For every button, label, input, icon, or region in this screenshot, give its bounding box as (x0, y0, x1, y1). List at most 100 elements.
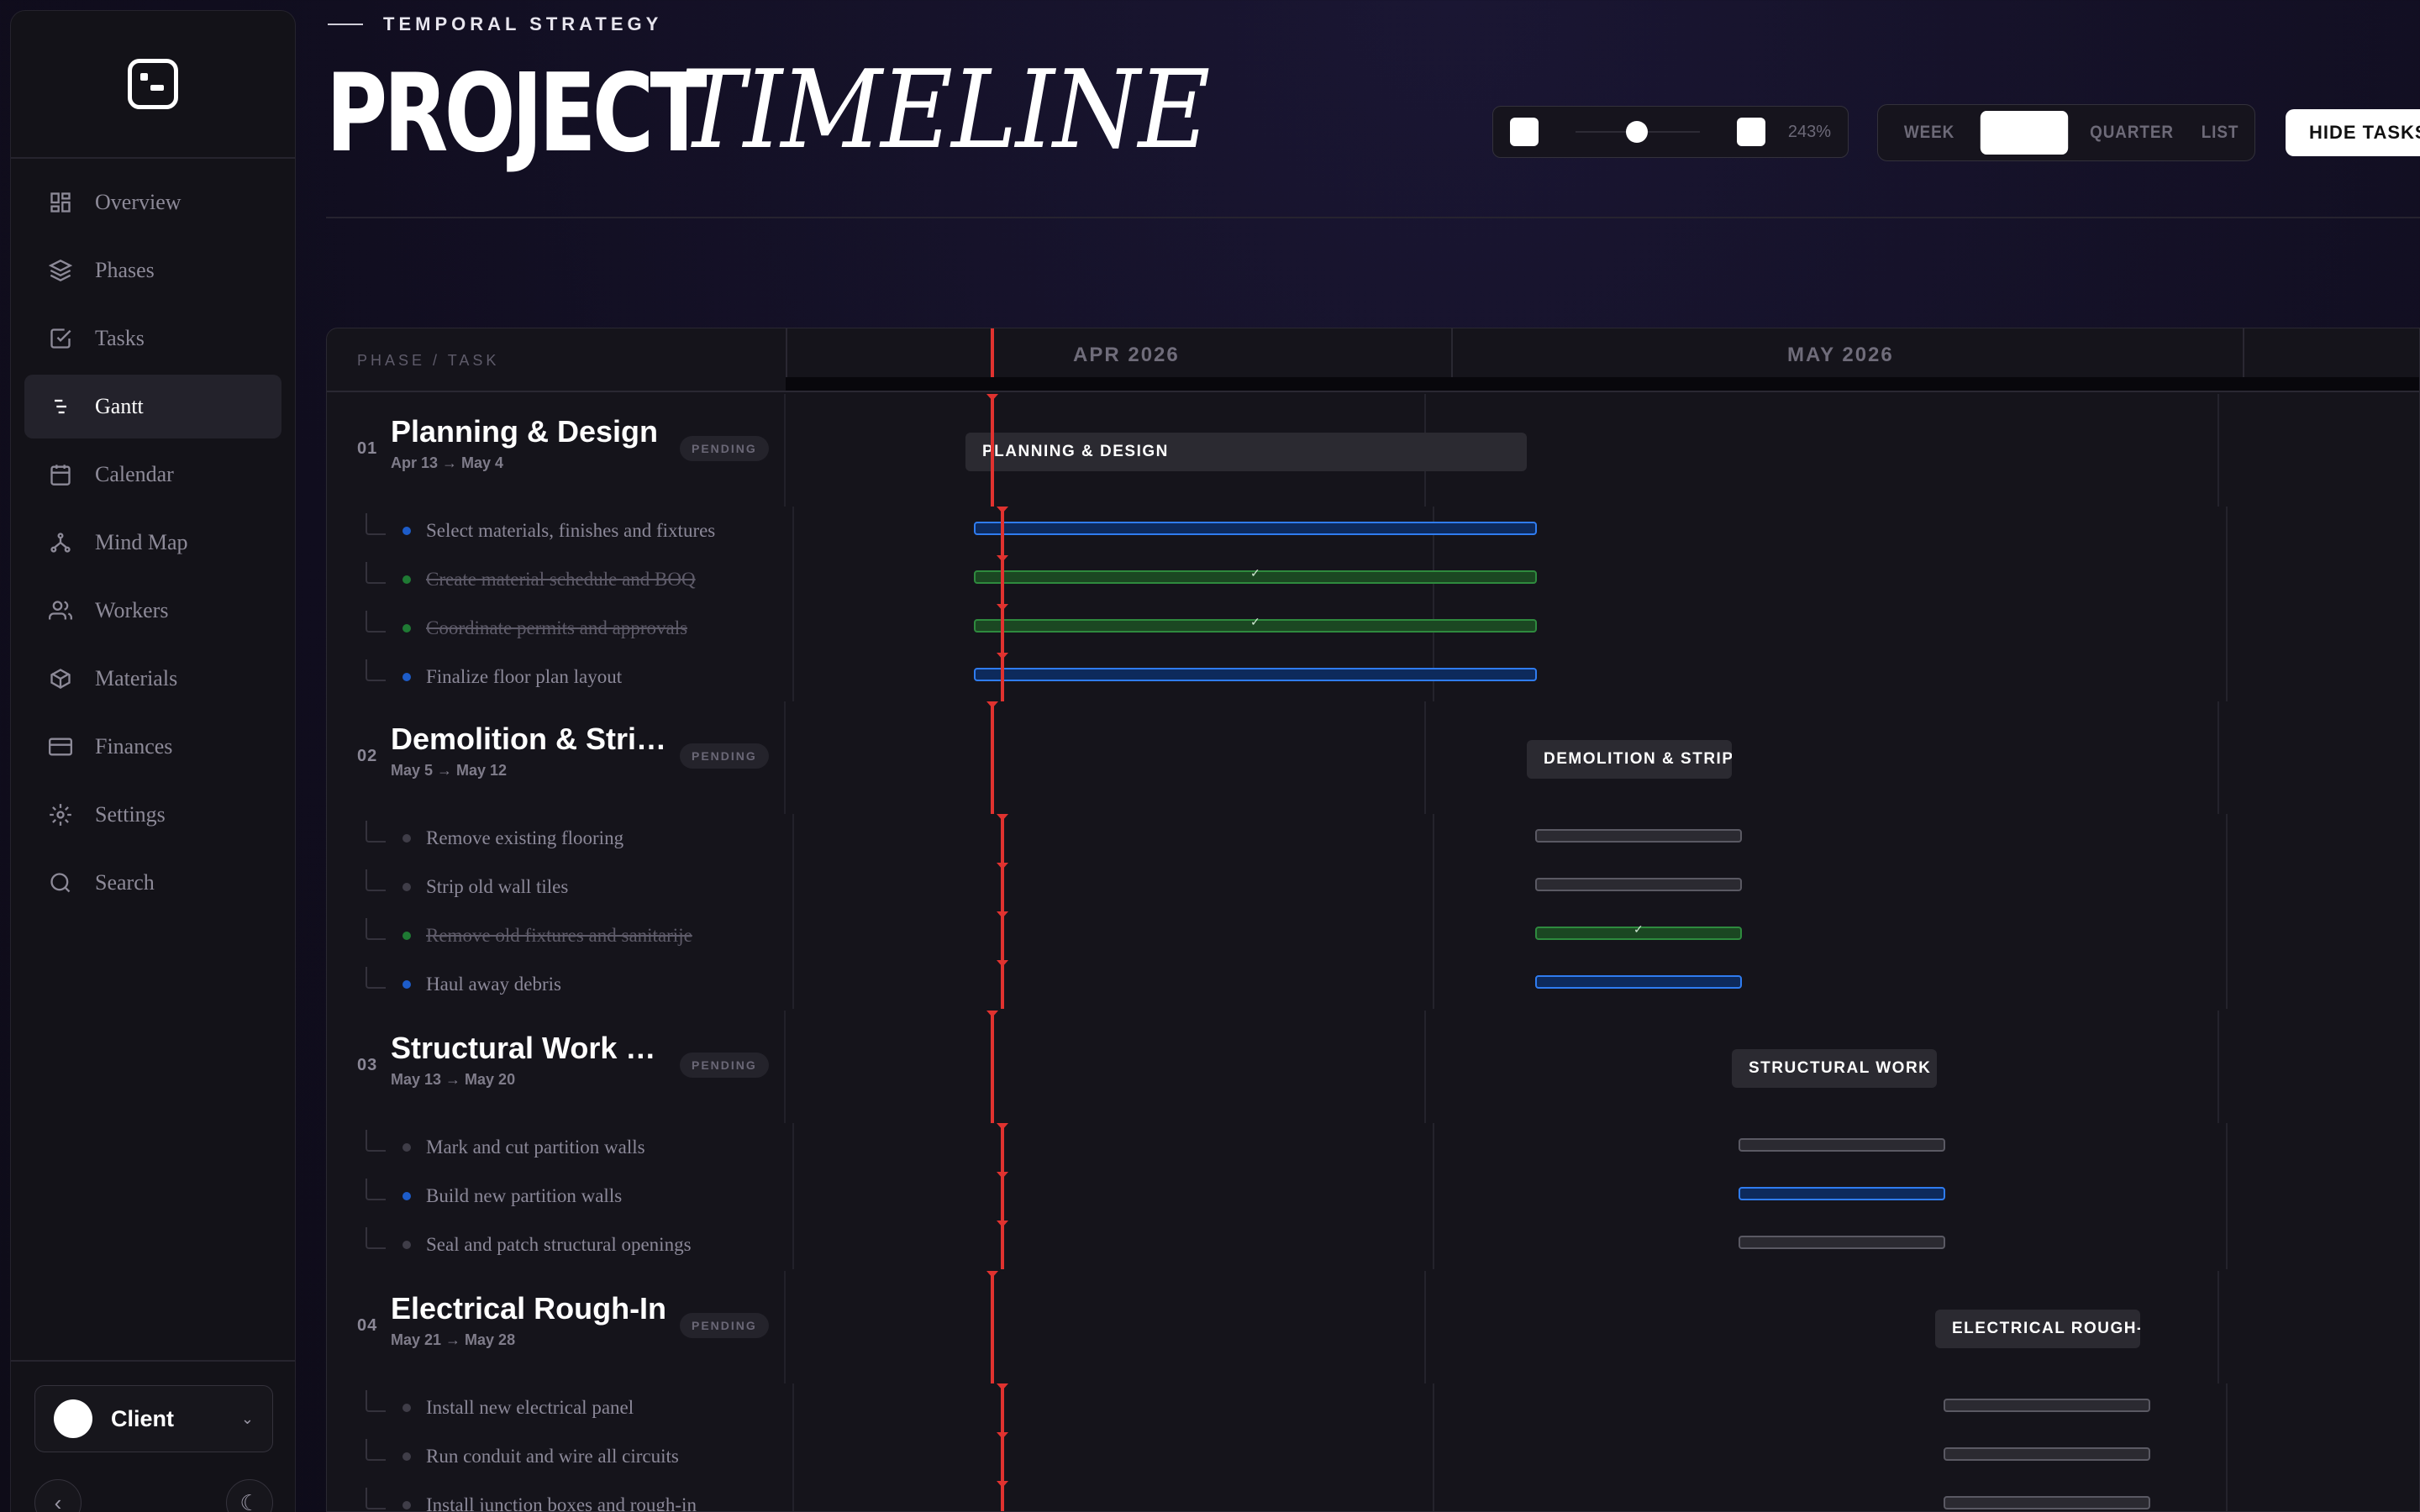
sidebar-nav: Overview Phases Tasks Gantt Calendar Min… (11, 159, 295, 931)
phase-cell: 03 Structural Work & … May 13 → May 20 PEND… (327, 1011, 786, 1123)
sidebar-item-gantt[interactable]: Gantt (24, 375, 281, 438)
sidebar: Overview Phases Tasks Gantt Calendar Min… (10, 10, 296, 1512)
phase-row[interactable]: 03 Structural Work & … May 13 → May 20 PEND… (327, 1011, 2419, 1123)
view-week-button[interactable]: WEEK (1888, 111, 1971, 155)
phase-bar[interactable]: PLANNING & DESIGN (965, 433, 1527, 471)
task-bar[interactable]: ✓ (974, 566, 1537, 584)
calendar-icon (48, 462, 73, 487)
phase-bar[interactable]: ELECTRICAL ROUGH-IN (1935, 1310, 2140, 1348)
task-cell: Coordinate permits and approvals (327, 604, 794, 653)
task-row[interactable]: Coordinate permits and approvals ✓ (327, 604, 2419, 653)
tree-branch (366, 918, 386, 940)
task-row[interactable]: Run conduit and wire all circuits (327, 1432, 2419, 1481)
grid-line (2226, 555, 2228, 604)
task-status-dot (402, 624, 411, 633)
grid-line (2226, 1481, 2228, 1511)
sidebar-item-calendar[interactable]: Calendar (24, 443, 281, 507)
sidebar-item-label: Finances (95, 734, 173, 759)
logo-area (11, 11, 295, 159)
task-label: Build new partition walls (426, 1185, 623, 1206)
task-bar[interactable] (1535, 829, 1742, 843)
view-quarter-button[interactable]: QUARTER (2079, 111, 2185, 155)
task-bar[interactable] (1739, 1138, 1945, 1152)
task-bar[interactable]: ✓ (974, 615, 1537, 633)
moon-icon: ☾ (239, 1489, 260, 1512)
task-status-dot (402, 1143, 411, 1152)
zoom-slider[interactable] (1576, 121, 1700, 143)
sidebar-item-materials[interactable]: Materials (24, 647, 281, 711)
today-marker (991, 1271, 994, 1383)
collapse-sidebar-button[interactable]: ‹ (34, 1479, 82, 1512)
sidebar-item-settings[interactable]: Settings (24, 783, 281, 847)
task-status-dot (402, 1452, 411, 1461)
task-bar[interactable] (1944, 1447, 2150, 1461)
zoom-out-button[interactable] (1510, 118, 1539, 146)
task-bar[interactable]: ✓ (1535, 922, 1742, 940)
view-list-button[interactable]: LIST (2194, 111, 2247, 155)
app-logo-icon[interactable] (128, 59, 178, 109)
task-row[interactable]: Strip old wall tiles (327, 863, 2419, 911)
sidebar-item-overview[interactable]: Overview (24, 171, 281, 234)
task-label: Install new electrical panel (426, 1397, 634, 1418)
sidebar-item-label: Calendar (95, 462, 174, 486)
sidebar-item-finances[interactable]: Finances (24, 715, 281, 779)
task-status-dot (402, 883, 411, 891)
client-switcher[interactable]: Client ⌄ (34, 1385, 273, 1452)
header-divider (326, 217, 2420, 218)
task-row[interactable]: Create material schedule and BOQ ✓ (327, 555, 2419, 604)
today-marker (1001, 1123, 1004, 1172)
page-eyebrow: TEMPORAL STRATEGY (328, 13, 662, 35)
task-label: Remove existing flooring (426, 827, 624, 848)
grid-icon (48, 190, 73, 215)
sidebar-item-phases[interactable]: Phases (24, 239, 281, 302)
tree-branch (366, 1179, 386, 1200)
phase-row[interactable]: 04 Electrical Rough-In May 21 → May 28 PEND… (327, 1271, 2419, 1383)
phase-row[interactable]: 01 Planning & Design Apr 13 → May 4 PENDING… (327, 394, 2419, 507)
grid-line (2217, 394, 2219, 507)
view-month-button[interactable]: MONTH (1980, 111, 2069, 155)
layers-icon (48, 258, 73, 283)
search-icon (48, 870, 73, 895)
task-bar[interactable] (1944, 1399, 2150, 1412)
task-row[interactable]: Build new partition walls (327, 1172, 2419, 1221)
sidebar-item-mind-map[interactable]: Mind Map (24, 511, 281, 575)
zoom-slider-handle[interactable] (1626, 121, 1648, 143)
phase-row[interactable]: 02 Demolition & Strip… May 5 → May 12 PENDI… (327, 701, 2419, 814)
sidebar-item-label: Materials (95, 666, 178, 690)
task-bar[interactable] (1944, 1496, 2150, 1509)
task-row[interactable]: Seal and patch structural openings (327, 1221, 2419, 1269)
task-row[interactable]: Install new electrical panel (327, 1383, 2419, 1432)
task-row[interactable]: Select materials, finishes and fixtures (327, 507, 2419, 555)
month-divider (2243, 328, 2244, 377)
status-badge: PENDING (680, 1313, 769, 1338)
task-bar[interactable] (1739, 1236, 1945, 1249)
phase-cell: 04 Electrical Rough-In May 21 → May 28 PEND… (327, 1271, 786, 1383)
task-bar[interactable] (1535, 878, 1742, 891)
task-row[interactable]: Remove existing flooring (327, 814, 2419, 863)
phase-number: 01 (357, 439, 378, 458)
task-bar[interactable] (1739, 1187, 1945, 1200)
hide-tasks-button[interactable]: HIDE TASKS (2286, 109, 2420, 156)
task-row[interactable]: Mark and cut partition walls (327, 1123, 2419, 1172)
task-bar[interactable] (974, 522, 1537, 535)
today-marker-tick (997, 911, 1008, 918)
zoom-value: 243% (1787, 122, 1831, 141)
task-row[interactable]: Remove old fixtures and sanitarije ✓ (327, 911, 2419, 960)
grid-line (2226, 1432, 2228, 1481)
phase-bar[interactable]: DEMOLITION & STRIPPING (1527, 740, 1732, 779)
task-row[interactable]: Finalize floor plan layout (327, 653, 2419, 701)
today-marker (1001, 1221, 1004, 1269)
task-row[interactable]: Install junction boxes and rough-in (327, 1481, 2419, 1511)
grid-line (1424, 701, 1426, 814)
sidebar-item-search[interactable]: Search (24, 851, 281, 915)
phase-bar[interactable]: STRUCTURAL WORK & MAS (1732, 1049, 1937, 1088)
task-bar[interactable] (974, 668, 1537, 681)
sidebar-item-workers[interactable]: Workers (24, 579, 281, 643)
task-row[interactable]: Haul away debris (327, 960, 2419, 1009)
title-italic: TIMELINE (679, 48, 1210, 173)
task-status-dot (402, 932, 411, 940)
task-bar[interactable] (1535, 975, 1742, 989)
sidebar-item-tasks[interactable]: Tasks (24, 307, 281, 370)
zoom-in-button[interactable] (1737, 118, 1765, 146)
theme-toggle-button[interactable]: ☾ (226, 1479, 273, 1512)
